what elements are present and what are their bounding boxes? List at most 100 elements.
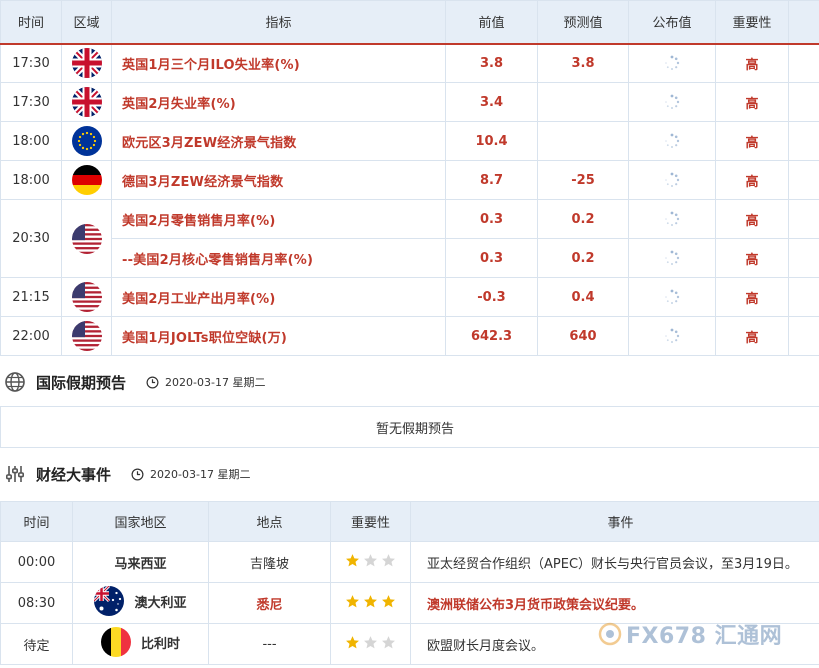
previous-value: 8.7 — [445, 160, 538, 200]
loading-spinner-icon — [665, 94, 680, 109]
events-header-event: 事件 — [410, 501, 819, 542]
indicator-link[interactable]: --美国2月核心零售销售月率(%) — [111, 238, 446, 278]
events-section-title: 财经大事件 — [36, 465, 112, 484]
forecast-value — [537, 82, 629, 122]
time-cell: 17:30 — [0, 43, 62, 83]
extra-cell — [788, 82, 819, 122]
indicator-link[interactable]: 欧元区3月ZEW经济景气指数 — [111, 121, 446, 161]
importance-value: 高 — [715, 316, 789, 356]
forecast-value — [537, 121, 629, 161]
previous-value: 10.4 — [445, 121, 538, 161]
us-flag-icon — [71, 223, 102, 254]
flag-cell — [61, 199, 112, 278]
indicator-link[interactable]: 美国1月JOLTs职位空缺(万) — [111, 316, 446, 356]
flag-cell — [61, 43, 112, 83]
us-flag-icon — [71, 282, 102, 312]
indicator-link[interactable]: 英国1月三个月ILO失业率(%) — [111, 43, 446, 83]
table-row: 20:30 美国2月零售销售月率(%) 0.3 0.2 高 — [0, 199, 819, 278]
indicator-link[interactable]: 德国3月ZEW经济景气指数 — [111, 160, 446, 200]
importance-stars — [345, 553, 396, 568]
table-row: 18:00 欧元区3月ZEW经济景气指数 10.4 高 — [0, 121, 819, 161]
time-cell: 18:00 — [0, 121, 62, 161]
watermark: FX678 汇通网 — [598, 618, 782, 650]
flag-cell — [61, 121, 112, 161]
eu-flag-icon — [71, 126, 102, 156]
star-icon — [346, 553, 359, 566]
germany-flag-icon — [71, 165, 102, 195]
table-header-row: 时间 区域 指标 前值 预测值 公布值 重要性 — [0, 0, 819, 45]
indicator-link[interactable]: 英国2月失业率(%) — [111, 82, 446, 122]
importance-stars — [345, 635, 396, 650]
star-icon — [382, 594, 395, 607]
extra-cell — [788, 199, 819, 239]
previous-value: 642.3 — [445, 316, 538, 356]
time-cell: 21:15 — [0, 277, 62, 317]
header-previous: 前值 — [445, 0, 538, 45]
importance-value: 高 — [715, 121, 789, 161]
events-header-time: 时间 — [0, 501, 73, 542]
published-cell — [628, 316, 716, 356]
star-icon — [382, 553, 395, 566]
holiday-section-header: 国际假期预告 2020-03-17 星期二 — [0, 367, 265, 397]
star-icon — [364, 594, 377, 607]
fx678-logo-icon — [598, 622, 622, 646]
clock-icon — [146, 376, 159, 388]
event-importance — [330, 541, 411, 583]
table-row: --美国2月核心零售销售月率(%) 0.3 0.2 高 — [1, 238, 819, 278]
published-cell — [628, 160, 716, 200]
forecast-value: 0.2 — [537, 199, 629, 239]
uk-flag-icon — [71, 87, 102, 117]
event-time: 待定 — [0, 623, 73, 665]
previous-value: 3.4 — [445, 82, 538, 122]
event-row: 00:00 马来西亚 吉隆坡 亚太经贸合作组织（APEC）财长与央行官员会议，至… — [0, 541, 819, 583]
extra-cell — [788, 238, 819, 278]
time-cell: 17:30 — [0, 82, 62, 122]
holiday-empty-box: 暂无假期预告 — [0, 406, 819, 448]
event-country: 马来西亚 — [72, 541, 209, 583]
loading-spinner-icon — [665, 133, 680, 148]
holiday-section-title: 国际假期预告 — [36, 373, 127, 392]
importance-value: 高 — [715, 82, 789, 122]
time-cell: 22:00 — [0, 316, 62, 356]
published-cell — [628, 199, 716, 239]
event-country: 澳大利亚 — [134, 595, 187, 611]
forecast-value: -25 — [537, 160, 629, 200]
importance-value: 高 — [715, 43, 789, 83]
us-flag-icon — [71, 321, 102, 351]
star-icon — [382, 635, 395, 648]
events-header-country: 国家地区 — [72, 501, 209, 542]
table-row: 21:15 美国2月工业产出月率(%) -0.3 0.4 高 — [0, 277, 819, 317]
published-cell — [628, 238, 716, 278]
published-cell — [628, 82, 716, 122]
event-description: 亚太经贸合作组织（APEC）财长与央行官员会议，至3月19日。 — [410, 541, 819, 583]
star-icon — [346, 594, 359, 607]
published-cell — [628, 121, 716, 161]
event-country: 比利时 — [140, 636, 180, 652]
globe-icon — [5, 372, 25, 392]
table-row: 17:30 英国1月三个月ILO失业率(%) 3.8 3.8 高 — [0, 43, 819, 83]
table-row: 17:30 英国2月失业率(%) 3.4 高 — [0, 82, 819, 122]
events-section-header: 财经大事件 2020-03-17 星期二 — [0, 459, 250, 489]
header-extra — [788, 0, 819, 45]
time-cell: 20:30 — [0, 199, 62, 278]
event-time: 00:00 — [0, 541, 73, 583]
extra-cell — [788, 43, 819, 83]
previous-value: 0.3 — [445, 238, 538, 278]
indicator-link[interactable]: 美国2月零售销售月率(%) — [111, 199, 446, 239]
flag-cell — [61, 277, 112, 317]
forecast-value: 640 — [537, 316, 629, 356]
indicator-link[interactable]: 美国2月工业产出月率(%) — [111, 277, 446, 317]
header-published: 公布值 — [628, 0, 716, 45]
flag-cell — [61, 160, 112, 200]
loading-spinner-icon — [665, 55, 680, 71]
extra-cell — [788, 277, 819, 317]
belgium-flag-icon — [100, 627, 131, 657]
extra-cell — [788, 160, 819, 200]
extra-cell — [788, 121, 819, 161]
extra-cell — [788, 316, 819, 356]
table-row: 18:00 德国3月ZEW经济景气指数 8.7 -25 高 — [0, 160, 819, 200]
star-icon — [364, 635, 377, 648]
importance-value: 高 — [715, 199, 789, 239]
events-header-importance: 重要性 — [330, 501, 411, 542]
loading-spinner-icon — [665, 211, 680, 226]
